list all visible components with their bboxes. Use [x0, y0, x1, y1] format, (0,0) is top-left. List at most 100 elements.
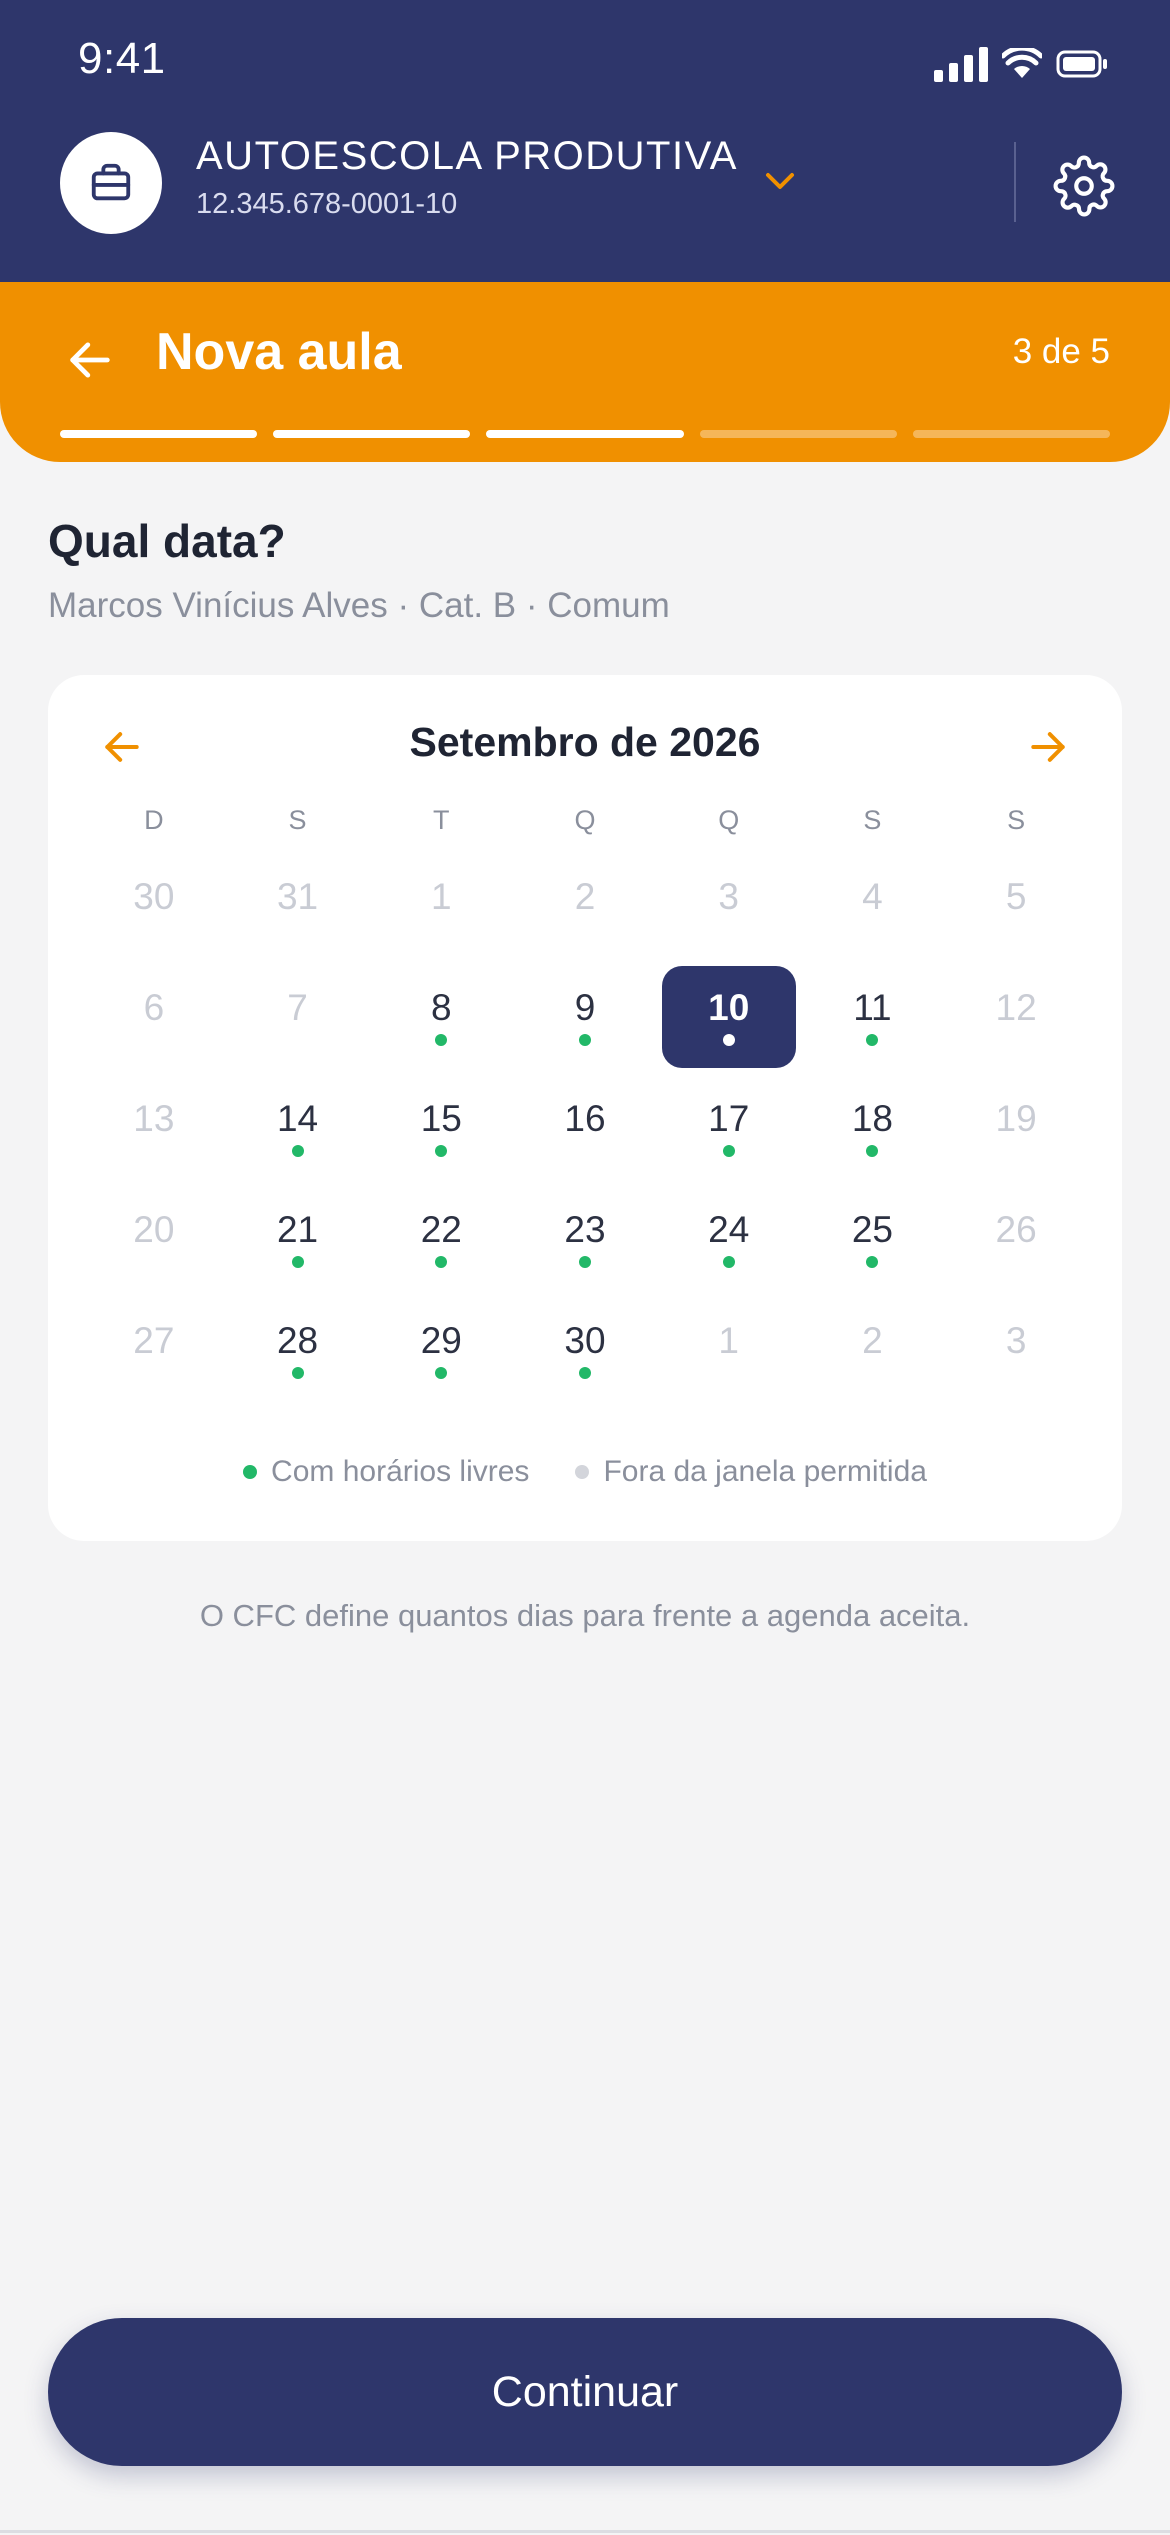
wifi-icon	[1002, 48, 1042, 78]
calendar-day-number: 1	[430, 875, 452, 917]
gear-icon[interactable]	[1053, 155, 1115, 217]
calendar-day-number: 22	[420, 1208, 462, 1250]
weekday-label: Q	[574, 805, 596, 835]
availability-dot	[435, 1367, 448, 1379]
calendar-day[interactable]: 17	[657, 1069, 801, 1180]
calendar-day-number: 20	[133, 1208, 175, 1250]
calendar-day-number: 29	[420, 1319, 462, 1361]
signal-icon	[934, 46, 988, 82]
wizard-header: Nova aula 3 de 5	[0, 282, 1170, 462]
battery-icon	[1056, 50, 1107, 78]
calendar-day[interactable]: 25	[801, 1180, 945, 1291]
availability-dot	[866, 1145, 879, 1157]
progress-segment	[486, 430, 684, 438]
calendar-day[interactable]: 8	[369, 958, 513, 1069]
availability-dot	[866, 1256, 879, 1268]
calendar-day: 30	[82, 847, 226, 958]
weekday-label: S	[288, 805, 307, 835]
calendar-day-number: 12	[995, 986, 1037, 1028]
question-title: Qual data?	[48, 515, 286, 567]
calendar-day-number: 30	[564, 1319, 606, 1361]
arrow-left-icon[interactable]	[64, 334, 116, 386]
availability-dot	[578, 1034, 591, 1046]
calendar-day: 2	[801, 1291, 945, 1402]
calendar-day[interactable]: 23	[513, 1180, 657, 1291]
calendar-day: 26	[944, 1180, 1088, 1291]
calendar-day: 31	[226, 847, 370, 958]
calendar-day[interactable]: 14	[226, 1069, 370, 1180]
company-avatar[interactable]	[60, 132, 162, 234]
weekday-header: DSTQQSS	[82, 805, 1088, 836]
calendar-day[interactable]: 21	[226, 1180, 370, 1291]
calendar-day: 6	[82, 958, 226, 1069]
calendar-day[interactable]: 11	[801, 958, 945, 1069]
progress-segment	[912, 430, 1111, 438]
availability-dot	[435, 1256, 448, 1268]
company-id: 12.345.678-0001-10	[196, 188, 458, 220]
calendar-day-number: 26	[995, 1208, 1037, 1250]
calendar-day-selected[interactable]: 10	[657, 958, 801, 1069]
calendar-day[interactable]: 30	[513, 1291, 657, 1402]
legend-outside: Fora da janela permitida	[575, 1455, 927, 1489]
calendar-day-number: 13	[133, 1097, 175, 1139]
progress-segment	[273, 430, 471, 438]
calendar-day-number: 11	[853, 986, 892, 1028]
weekday-label: Q	[718, 805, 740, 835]
status-icons	[934, 46, 1108, 82]
calendar-day: 3	[657, 847, 801, 958]
calendar-day-number: 3	[718, 875, 739, 917]
calendar-day-number: 15	[420, 1097, 462, 1139]
calendar-day: 19	[944, 1069, 1088, 1180]
calendar-day[interactable]: 9	[513, 958, 657, 1069]
calendar-day[interactable]: 22	[369, 1180, 513, 1291]
availability-dot	[722, 1034, 735, 1046]
weekday-label: D	[144, 805, 164, 835]
calendar-day-number: 3	[1005, 1319, 1027, 1361]
calendar-day-number: 16	[564, 1097, 606, 1139]
calendar-day: 3	[944, 1291, 1088, 1402]
calendar-day[interactable]: 24	[657, 1180, 801, 1291]
calendar-legend: Com horários livres Fora da janela permi…	[48, 1455, 1122, 1489]
legend-available-label: Com horários livres	[271, 1455, 530, 1488]
calendar-day: 12	[944, 958, 1088, 1069]
chevron-down-icon[interactable]	[760, 166, 800, 196]
calendar-day: 4	[801, 847, 945, 958]
company-name[interactable]: AUTOESCOLA PRODUTIVA	[196, 134, 738, 179]
calendar-day-number: 8	[430, 986, 452, 1028]
calendar-day: 27	[82, 1291, 226, 1402]
legend-outside-label: Fora da janela permitida	[603, 1455, 927, 1488]
availability-dot	[578, 1367, 591, 1379]
weekday-label: T	[433, 805, 450, 835]
availability-dot	[291, 1367, 304, 1379]
calendar-day[interactable]: 29	[369, 1291, 513, 1402]
calendar-day: 7	[226, 958, 370, 1069]
calendar-day[interactable]: 16	[513, 1069, 657, 1180]
calendar-day[interactable]: 15	[369, 1069, 513, 1180]
calendar-day: 20	[82, 1180, 226, 1291]
calendar-day[interactable]: 28	[226, 1291, 370, 1402]
calendar-grid: 30 31 1 2 3 4 5 6 7 8 9 10 11 12 13 14 15 16 17 18 19 20 21 22 2…	[82, 847, 1088, 1402]
calendar-day-number: 28	[276, 1319, 319, 1361]
calendar-day-number: 27	[133, 1319, 175, 1361]
next-month-arrow-right-icon[interactable]	[1026, 725, 1070, 769]
calendar-day: 2	[513, 847, 657, 958]
calendar-day-number: 25	[851, 1208, 893, 1250]
legend-outside-dot	[575, 1465, 590, 1479]
calendar-day-number: 1	[718, 1319, 739, 1361]
calendar-day-number: 24	[708, 1208, 750, 1250]
calendar-day-number: 4	[862, 875, 883, 917]
calendar-day-number: 23	[564, 1208, 606, 1250]
info-note: O CFC define quantos dias para frente a …	[199, 1598, 971, 1633]
month-title: Setembro de 2026	[409, 719, 761, 765]
page-title: Nova aula	[156, 323, 402, 381]
calendar-day-number: 30	[133, 875, 175, 917]
calendar-day-number: 2	[862, 1319, 883, 1361]
weekday-label: S	[1007, 805, 1026, 835]
wizard-progress	[60, 430, 1111, 438]
calendar-day[interactable]: 18	[801, 1069, 945, 1180]
progress-segment	[60, 430, 258, 438]
availability-dot	[866, 1034, 879, 1046]
question-subtitle: Marcos Vinícius Alves · Cat. B · Comum	[48, 586, 670, 625]
home-indicator	[0, 2530, 1170, 2533]
continue-button[interactable]: Continuar	[48, 2318, 1122, 2466]
